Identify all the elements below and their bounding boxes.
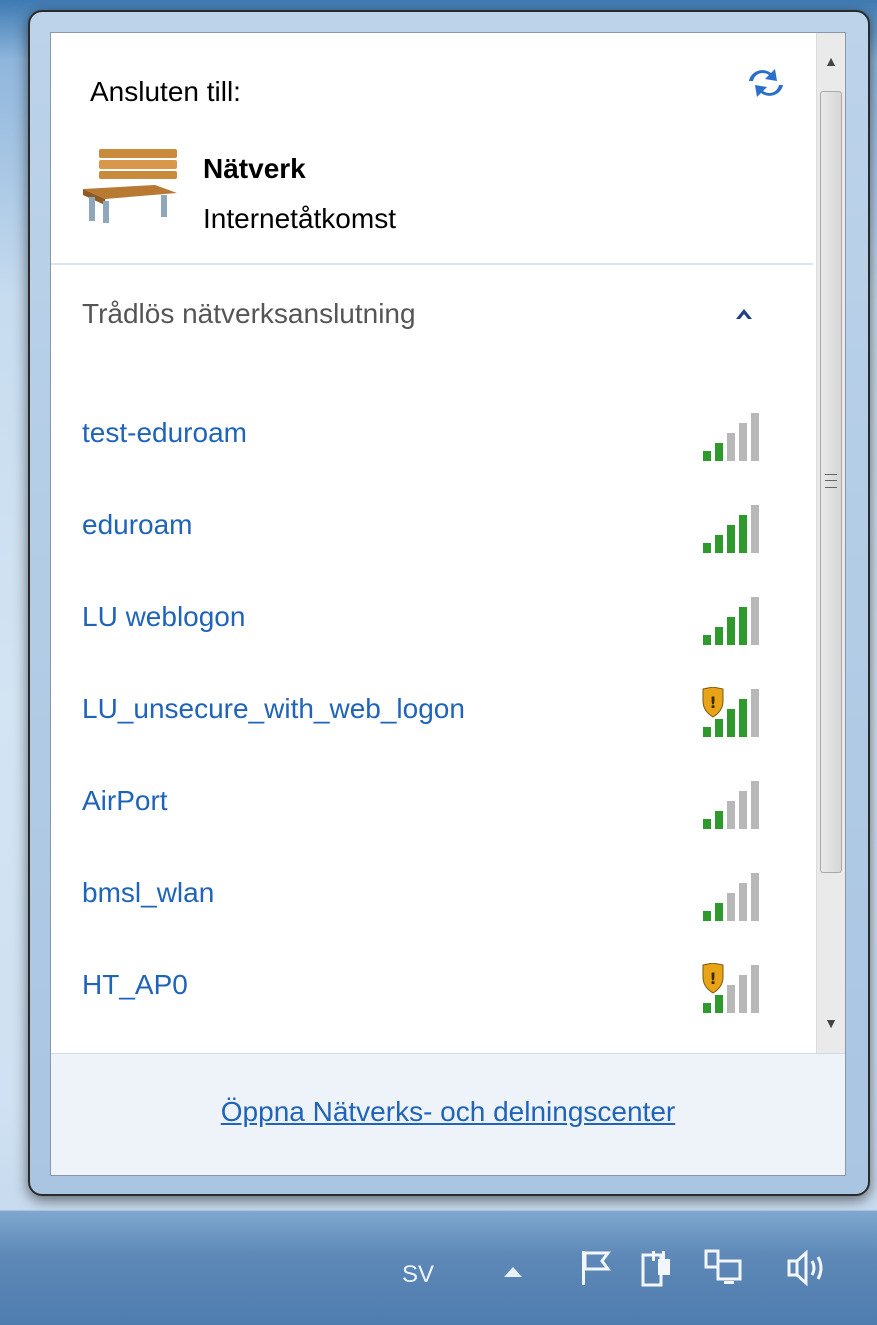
- signal-bar: [715, 903, 723, 921]
- network-item[interactable]: HT_AP0!: [51, 947, 817, 1037]
- signal-bar: [703, 819, 711, 829]
- network-item[interactable]: test-eduroam: [51, 395, 817, 485]
- signal-bar: [739, 423, 747, 461]
- flyout-footer: Öppna Nätverks- och delningscenter: [51, 1053, 845, 1175]
- signal-bar: [715, 811, 723, 829]
- language-indicator[interactable]: SV: [402, 1261, 434, 1289]
- signal-bar: [703, 451, 711, 461]
- signal-bar: [739, 699, 747, 737]
- signal-strength-icon: [703, 505, 759, 553]
- signal-bar: [727, 801, 735, 829]
- signal-bar: [739, 975, 747, 1013]
- signal-bar: [703, 543, 711, 553]
- network-item[interactable]: LU weblogon: [51, 579, 817, 669]
- signal-bar: [727, 433, 735, 461]
- signal-bar: [727, 709, 735, 737]
- network-item[interactable]: LU_unsecure_with_web_logon!: [51, 671, 817, 761]
- signal-bar: [739, 607, 747, 645]
- network-item[interactable]: AirPort: [51, 763, 817, 853]
- chevron-up-icon[interactable]: [734, 305, 754, 323]
- network-ssid: HT_AP0: [82, 969, 188, 1000]
- signal-bar: [739, 515, 747, 553]
- wireless-section-title[interactable]: Trådlös nätverksanslutning: [82, 298, 416, 330]
- network-item[interactable]: eduroam: [51, 487, 817, 577]
- show-hidden-icons-arrow[interactable]: [500, 1261, 526, 1281]
- signal-bar: [703, 911, 711, 921]
- signal-bar: [739, 883, 747, 921]
- open-network-sharing-center-link[interactable]: Öppna Nätverks- och delningscenter: [51, 1096, 845, 1128]
- scroll-grip: [825, 474, 837, 488]
- signal-strength-icon: !: [702, 963, 759, 1013]
- network-item[interactable]: bmsl_wlan: [51, 855, 817, 945]
- signal-bar: [739, 791, 747, 829]
- signal-strength-icon: [703, 873, 759, 921]
- svg-text:!: !: [709, 969, 716, 988]
- signal-bar: [727, 617, 735, 645]
- current-network-status: Internetåtkomst: [203, 203, 396, 234]
- signal-bar: [727, 893, 735, 921]
- power-icon[interactable]: [640, 1249, 674, 1289]
- signal-bar: [751, 965, 759, 1013]
- bench-icon: [83, 149, 177, 223]
- scroll-down-button[interactable]: ▼: [817, 1001, 845, 1045]
- signal-bar: [751, 413, 759, 461]
- network-ssid: LU_unsecure_with_web_logon: [82, 693, 465, 724]
- signal-bar: [703, 1003, 711, 1013]
- scroll-up-button[interactable]: ▲: [817, 39, 845, 83]
- signal-bar: [727, 985, 735, 1013]
- signal-bar: [703, 635, 711, 645]
- scrollbar[interactable]: ▲ ▼: [816, 33, 845, 1053]
- connected-to-label: Ansluten till:: [90, 76, 241, 107]
- divider: [51, 263, 813, 265]
- signal-bar: [751, 597, 759, 645]
- signal-bar: [715, 719, 723, 737]
- signal-bar: [751, 781, 759, 829]
- signal-bar: [727, 525, 735, 553]
- network-item[interactable]: Annat nätverk: [51, 1039, 817, 1053]
- svg-text:!: !: [709, 693, 716, 712]
- network-flyout: Ansluten till: Nätverk Internetåtkomst T…: [28, 10, 870, 1196]
- signal-bar: [715, 443, 723, 461]
- signal-bar: [751, 689, 759, 737]
- signal-strength-icon: [703, 597, 759, 645]
- signal-strength-icon: [703, 413, 759, 461]
- signal-strength-icon: [703, 781, 759, 829]
- signal-bar: [703, 727, 711, 737]
- signal-bar: [715, 627, 723, 645]
- signal-strength-icon: !: [702, 687, 759, 737]
- signal-bar: [751, 505, 759, 553]
- signal-bar: [751, 873, 759, 921]
- taskbar: SV: [0, 1210, 877, 1325]
- volume-icon[interactable]: [786, 1249, 832, 1287]
- network-ssid: bmsl_wlan: [82, 877, 215, 908]
- network-ssid: LU weblogon: [82, 601, 246, 632]
- network-ssid: AirPort: [82, 785, 168, 816]
- network-ssid: test-eduroam: [82, 417, 247, 448]
- flyout-panel: Ansluten till: Nätverk Internetåtkomst T…: [50, 32, 846, 1176]
- current-network-name: Nätverk: [203, 153, 306, 184]
- action-center-flag-icon[interactable]: [578, 1249, 612, 1287]
- signal-bar: [715, 995, 723, 1013]
- network-ssid: eduroam: [82, 509, 193, 540]
- network-list-scroll-area[interactable]: Ansluten till: Nätverk Internetåtkomst T…: [51, 33, 817, 1053]
- signal-bar: [715, 535, 723, 553]
- network-icon[interactable]: [704, 1249, 744, 1289]
- refresh-icon[interactable]: [743, 63, 789, 103]
- scroll-thumb[interactable]: [820, 91, 842, 873]
